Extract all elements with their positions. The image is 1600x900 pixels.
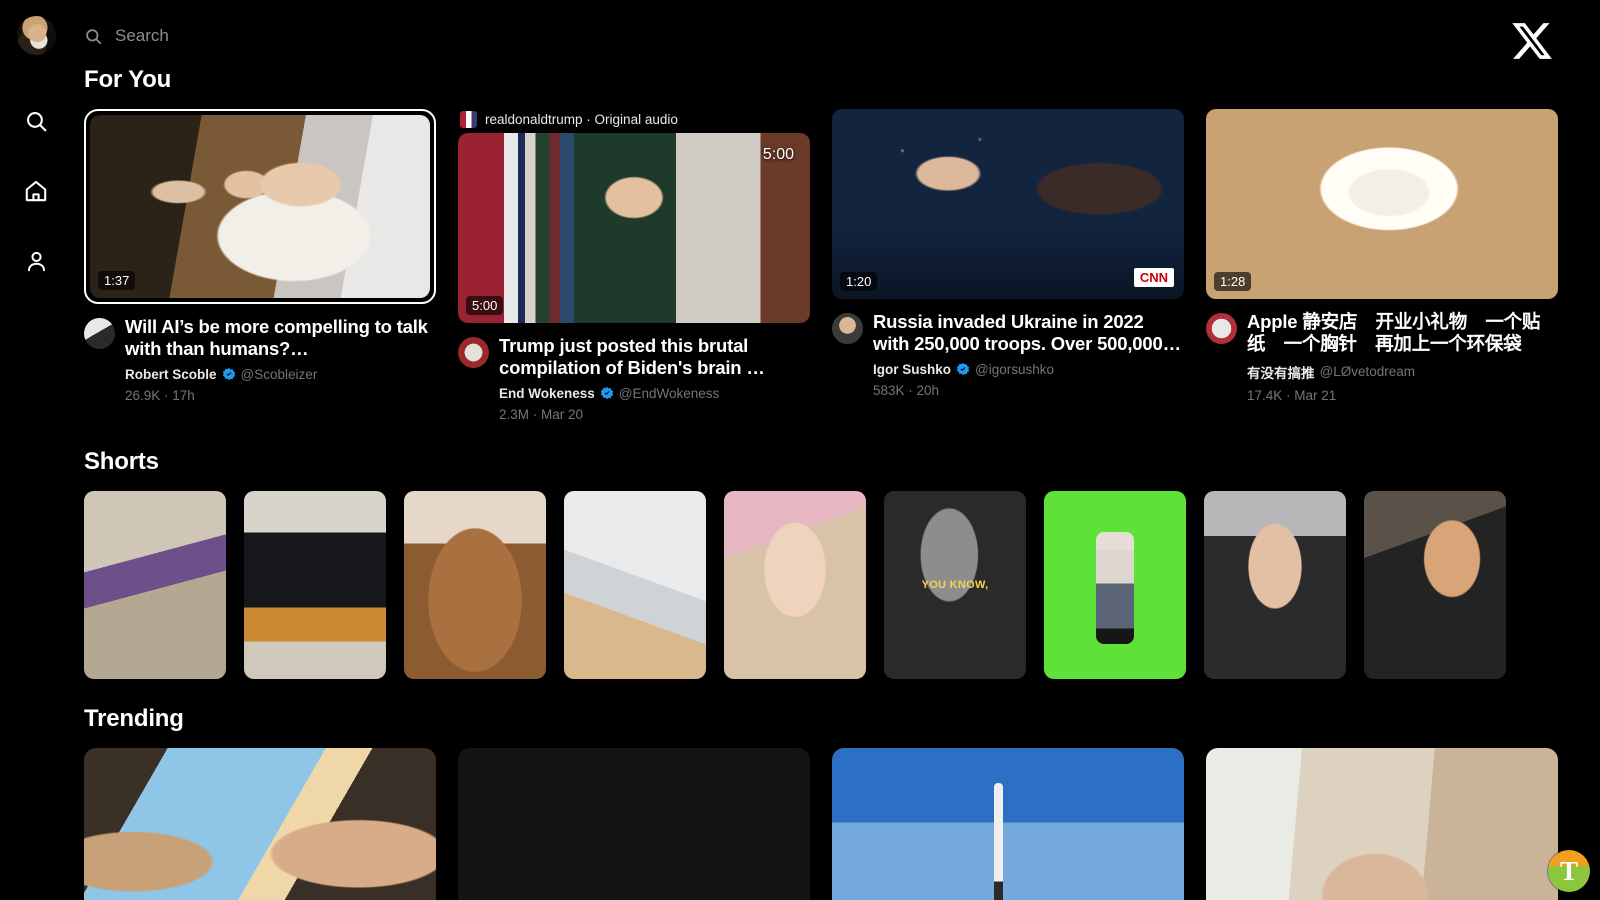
duration-badge: 1:37 <box>98 271 136 290</box>
video-stats: 26.9K · 17h <box>125 387 195 403</box>
video-card[interactable]: realdonaldtrump · Original audio 5:00 5:… <box>458 109 810 422</box>
author-handle[interactable]: @igorsushko <box>975 362 1054 377</box>
video-thumbnail-wrap[interactable]: 5:00 5:00 <box>458 133 810 323</box>
trending-thumbnail[interactable] <box>832 747 1184 900</box>
left-rail <box>0 0 72 900</box>
search-input[interactable]: Search <box>84 26 169 46</box>
video-thumbnail-wrap[interactable]: 1:37 <box>84 109 436 304</box>
duration-badge-top: 5:00 <box>762 146 794 163</box>
verified-badge-icon <box>222 368 235 381</box>
rocket-shape <box>993 782 1003 900</box>
video-byline: Igor Sushko @igorsushko <box>873 362 1184 377</box>
author-avatar[interactable] <box>458 337 489 368</box>
avatar[interactable] <box>16 16 56 55</box>
rail-icon-list <box>16 101 56 281</box>
trending-thumbnail[interactable] <box>1206 747 1558 900</box>
search-placeholder: Search <box>115 26 169 45</box>
video-byline: Robert Scoble @Scobleizer <box>125 367 436 382</box>
trending-row <box>72 747 1600 900</box>
audio-source-avatar <box>460 110 477 128</box>
video-meta: Apple 静安店 开业小礼物 一个贴纸 一个胸针 再加上一个环保袋 有没有搞推… <box>1206 311 1558 403</box>
short-caption: YOU KNOW, <box>921 578 989 591</box>
home-icon <box>25 180 47 202</box>
author-name[interactable]: 有没有搞推 <box>1247 362 1315 382</box>
video-meta: Russia invaded Ukraine in 2022 with 250,… <box>832 311 1184 398</box>
main-content: For You 1:37 Will AI’s be more compellin… <box>72 66 1600 900</box>
sidebar-item-search[interactable] <box>16 101 56 141</box>
short-subject <box>1096 532 1134 645</box>
audio-source-label: realdonaldtrump · Original audio <box>485 111 678 127</box>
shorts-row[interactable]: YOU KNOW, <box>72 490 1600 679</box>
author-handle[interactable]: @Scobleizer <box>241 367 318 382</box>
author-name[interactable]: Igor Sushko <box>873 362 951 377</box>
person-icon <box>27 251 45 271</box>
author-handle[interactable]: @LØvetodream <box>1320 364 1416 379</box>
video-stats: 2.3M · Mar 20 <box>499 406 584 422</box>
section-title-shorts: Shorts <box>84 447 159 475</box>
x-logo-glyph <box>1512 23 1552 59</box>
app-root: Search For You 1:37 Will AI’s be more co… <box>0 0 1600 900</box>
cnn-watermark: CNN <box>1133 268 1174 287</box>
author-avatar[interactable] <box>84 318 115 349</box>
short-thumbnail[interactable] <box>1364 490 1506 679</box>
video-byline: End Wokeness @EndWokeness <box>499 386 810 401</box>
trending-thumbnail[interactable] <box>458 747 810 900</box>
audio-attribution[interactable]: realdonaldtrump · Original audio <box>458 109 810 129</box>
app-corner-badge[interactable]: T <box>1548 850 1590 892</box>
video-thumbnail-wrap[interactable]: 1:20 CNN <box>832 109 1184 299</box>
video-thumbnail[interactable]: 1:28 <box>1206 109 1558 299</box>
section-title-trending: Trending <box>84 704 184 732</box>
short-thumbnail[interactable] <box>404 490 546 679</box>
sidebar-item-home[interactable] <box>16 171 56 211</box>
video-title[interactable]: Apple 静安店 开业小礼物 一个贴纸 一个胸针 再加上一个环保袋 <box>1247 311 1558 355</box>
duration-badge: 1:20 <box>840 272 878 291</box>
video-meta: Will AI’s be more compelling to talk wit… <box>84 316 436 403</box>
video-meta: Trump just posted this brutal compilatio… <box>458 335 810 422</box>
short-thumbnail[interactable]: YOU KNOW, <box>884 490 1026 679</box>
trending-thumbnail[interactable] <box>84 747 436 900</box>
video-card[interactable]: 1:28 Apple 静安店 开业小礼物 一个贴纸 一个胸针 再加上一个环保袋 … <box>1206 109 1558 422</box>
section-title-for-you: For You <box>84 66 172 93</box>
x-logo-icon[interactable] <box>1510 19 1554 68</box>
short-thumbnail[interactable] <box>564 490 706 679</box>
verified-badge-icon <box>600 387 613 400</box>
short-thumbnail[interactable] <box>244 490 386 679</box>
video-title[interactable]: Russia invaded Ukraine in 2022 with 250,… <box>873 311 1184 355</box>
video-card[interactable]: 1:37 Will AI’s be more compelling to tal… <box>84 109 436 422</box>
video-thumbnail[interactable]: 1:37 <box>90 115 430 298</box>
verified-badge-icon <box>956 363 970 376</box>
duration-badge: 1:28 <box>1214 272 1252 291</box>
author-name[interactable]: End Wokeness <box>499 386 595 401</box>
for-you-row: 1:37 Will AI’s be more compelling to tal… <box>72 109 1600 422</box>
video-title[interactable]: Trump just posted this brutal compilatio… <box>499 335 810 379</box>
short-thumbnail[interactable] <box>84 490 226 679</box>
short-thumbnail[interactable] <box>1044 490 1186 679</box>
video-title[interactable]: Will AI’s be more compelling to talk wit… <box>125 316 436 360</box>
short-thumbnail[interactable] <box>724 490 866 679</box>
video-stats: 583K · 20h <box>873 382 940 398</box>
author-avatar[interactable] <box>832 313 863 344</box>
video-card[interactable]: 1:20 CNN Russia invaded Ukraine in 2022 … <box>832 109 1184 422</box>
video-stats: 17.4K · Mar 21 <box>1247 387 1337 403</box>
search-icon <box>86 28 102 44</box>
author-name[interactable]: Robert Scoble <box>125 367 217 382</box>
video-thumbnail-wrap[interactable]: 1:28 <box>1206 109 1558 299</box>
sidebar-item-profile[interactable] <box>16 241 56 281</box>
corner-badge-label: T <box>1559 855 1578 886</box>
video-byline: 有没有搞推 @LØvetodream <box>1247 362 1558 382</box>
video-thumbnail[interactable]: 5:00 5:00 <box>458 133 810 323</box>
author-handle[interactable]: @EndWokeness <box>619 386 720 401</box>
short-thumbnail[interactable] <box>1204 490 1346 679</box>
video-thumbnail[interactable]: 1:20 CNN <box>832 109 1184 299</box>
author-avatar[interactable] <box>1206 313 1237 344</box>
search-icon <box>26 111 46 131</box>
duration-badge: 5:00 <box>466 296 504 315</box>
